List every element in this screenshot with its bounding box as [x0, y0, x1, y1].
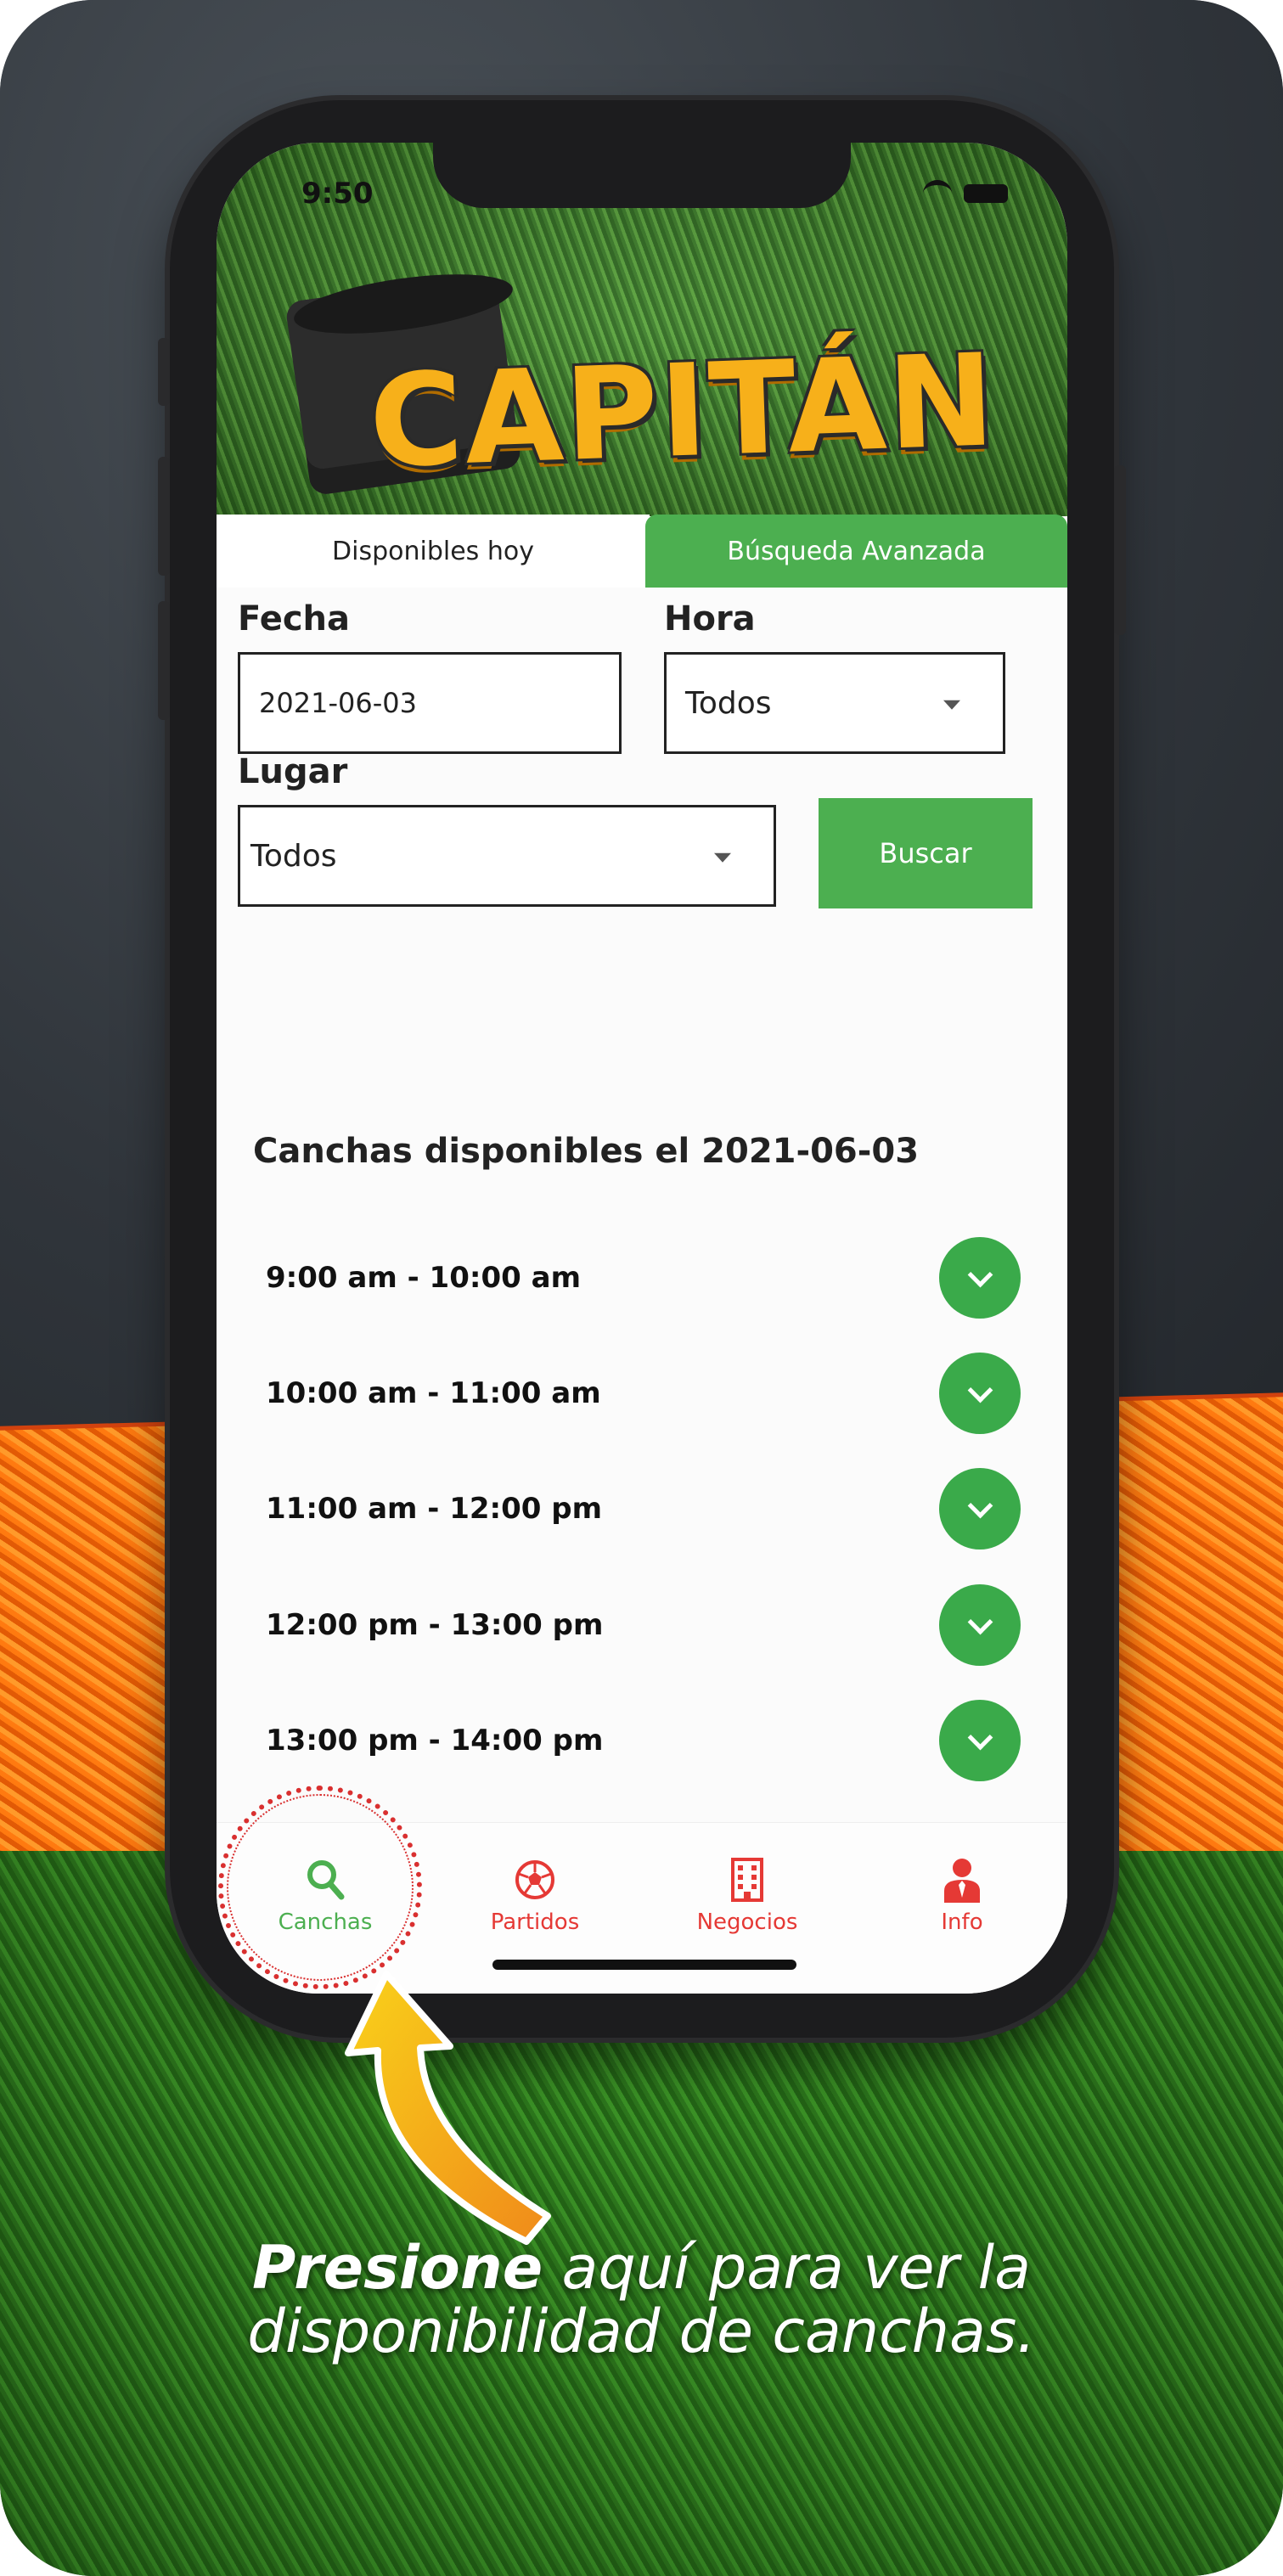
- time-slot-label: 12:00 pm - 13:00 pm: [266, 1608, 604, 1642]
- promo-card: 9:50 CAPITÁN Disponibles hoy Búsqueda Av…: [0, 0, 1283, 2576]
- time-slot[interactable]: 12:00 pm - 13:00 pm: [217, 1567, 1067, 1683]
- time-slot[interactable]: 13:00 pm - 14:00 pm: [217, 1683, 1067, 1798]
- phone-power-button: [1114, 465, 1126, 635]
- soccer-ball-icon: [515, 1860, 554, 1899]
- nav-label: Negocios: [696, 1910, 798, 1935]
- app-screen: 9:50 CAPITÁN Disponibles hoy Búsqueda Av…: [217, 143, 1067, 1994]
- lugar-select[interactable]: Todos: [238, 805, 776, 907]
- nav-label: Info: [941, 1910, 983, 1935]
- chevron-down-icon[interactable]: [939, 1237, 1021, 1319]
- caption-line-1: Presione aquí para ver la: [0, 2233, 1283, 2303]
- nav-item-info[interactable]: Info: [877, 1857, 1047, 1935]
- phone-volume-up: [158, 457, 170, 576]
- status-icons: [923, 180, 1008, 207]
- lugar-dropdown-caret-icon: [714, 852, 731, 863]
- chevron-down-icon[interactable]: [939, 1353, 1021, 1434]
- time-slot[interactable]: 11:00 am - 12:00 pm: [217, 1451, 1067, 1566]
- nav-item-partidos[interactable]: Partidos: [450, 1857, 620, 1935]
- logo-text: CAPITÁN: [367, 327, 999, 497]
- phone-volume-down: [158, 601, 170, 720]
- tab-disponibles-hoy[interactable]: Disponibles hoy: [217, 515, 650, 588]
- fecha-value: 2021-06-03: [259, 687, 417, 719]
- tab-bar: Disponibles hoy Búsqueda Avanzada: [217, 515, 1067, 591]
- fecha-label: Fecha: [238, 599, 351, 638]
- lugar-value: Todos: [250, 838, 337, 874]
- time-slot-label: 13:00 pm - 14:00 pm: [266, 1724, 604, 1758]
- chevron-down-icon[interactable]: [939, 1468, 1021, 1550]
- wifi-icon: [923, 180, 952, 207]
- phone-notch: [433, 140, 851, 208]
- battery-icon: [964, 184, 1008, 203]
- tab-busqueda-avanzada[interactable]: Búsqueda Avanzada: [645, 515, 1067, 588]
- home-indicator: [492, 1960, 796, 1970]
- app-logo: CAPITÁN: [284, 263, 999, 499]
- time-slot-label: 11:00 am - 12:00 pm: [266, 1492, 603, 1526]
- highlight-circle-inner: [227, 1794, 414, 1981]
- chevron-down-icon[interactable]: [939, 1584, 1021, 1666]
- time-slot-label: 10:00 am - 11:00 am: [266, 1376, 601, 1410]
- nav-label: Partidos: [490, 1910, 580, 1935]
- caption-emphasis: Presione: [252, 2233, 543, 2303]
- fecha-input[interactable]: 2021-06-03: [238, 652, 622, 754]
- caption-line-1-rest: aquí para ver la: [543, 2233, 1031, 2303]
- person-icon: [944, 1859, 980, 1903]
- building-icon: [731, 1858, 763, 1902]
- hora-select[interactable]: Todos: [664, 652, 1005, 754]
- caption-line-2: disponibilidad de canchas.: [247, 2297, 1036, 2366]
- pointer-arrow-icon: [345, 1971, 551, 2245]
- time-slot[interactable]: 9:00 am - 10:00 am: [217, 1220, 1067, 1336]
- hora-dropdown-caret-icon: [943, 700, 960, 710]
- status-time: 9:50: [301, 177, 374, 211]
- buscar-button[interactable]: Buscar: [819, 798, 1033, 908]
- time-slot-label: 9:00 am - 10:00 am: [266, 1261, 581, 1295]
- availability-title: Canchas disponibles el 2021-06-03: [253, 1132, 920, 1171]
- chevron-down-icon[interactable]: [939, 1700, 1021, 1781]
- lugar-label: Lugar: [238, 752, 348, 791]
- nav-item-negocios[interactable]: Negocios: [662, 1857, 832, 1935]
- time-slot[interactable]: 10:00 am - 11:00 am: [217, 1336, 1067, 1451]
- hora-value: Todos: [685, 685, 772, 721]
- hora-label: Hora: [664, 599, 756, 638]
- phone-mute-switch: [158, 338, 170, 406]
